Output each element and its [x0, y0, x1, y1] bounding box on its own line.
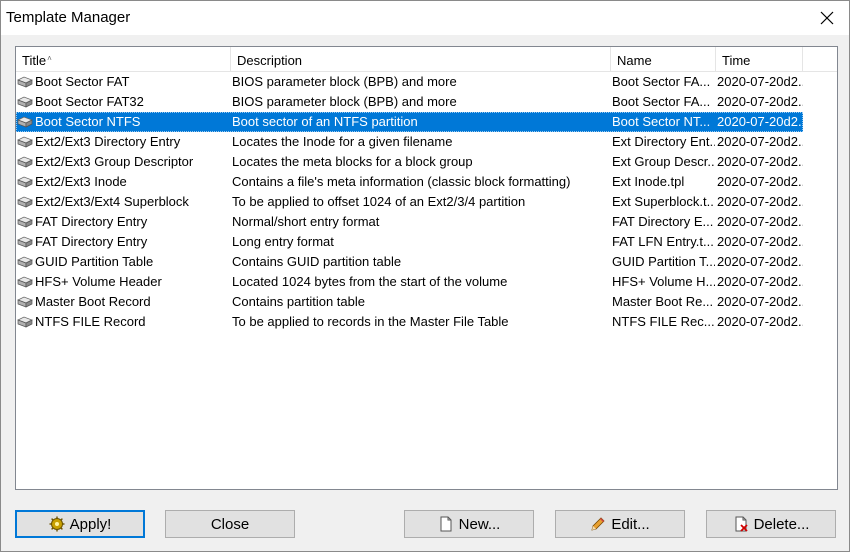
row-description: Normal/short entry format	[232, 214, 380, 229]
window-title: Template Manager	[6, 9, 131, 26]
column-header-description-label: Description	[237, 53, 303, 68]
row-time: 2020-07-20d2...	[717, 294, 803, 309]
row-name: Ext Superblock.t...	[612, 194, 715, 209]
row-description: To be applied to offset 1024 of an Ext2/…	[232, 194, 526, 209]
row-title: NTFS FILE Record	[35, 314, 146, 329]
row-name: HFS+ Volume H...	[612, 274, 715, 289]
row-name: Ext Inode.tpl	[612, 174, 685, 189]
column-header-description[interactable]: Description	[231, 47, 611, 72]
close-button[interactable]: Close	[165, 510, 295, 538]
row-description: Long entry format	[232, 234, 334, 249]
delete-button-label: Delete...	[753, 515, 810, 533]
table-row[interactable]: Boot Sector FAT32 BIOS parameter block (…	[16, 92, 803, 112]
row-time: 2020-07-20d2...	[717, 154, 803, 169]
row-title: FAT Directory Entry	[35, 214, 148, 229]
row-name: FAT LFN Entry.t...	[612, 234, 714, 249]
row-title: Boot Sector FAT	[35, 74, 130, 89]
template-manager-window: Template Manager Title˄ Description Name…	[0, 0, 850, 552]
row-description: BIOS parameter block (BPB) and more	[232, 74, 457, 89]
row-title: HFS+ Volume Header	[35, 274, 162, 289]
row-time: 2020-07-20d2...	[717, 174, 803, 189]
row-description: Locates the meta blocks for a block grou…	[232, 154, 473, 169]
row-description: Locates the Inode for a given filename	[232, 134, 453, 149]
new-button[interactable]: New...	[404, 510, 534, 538]
row-title: Ext2/Ext3 Directory Entry	[35, 134, 181, 149]
row-time: 2020-07-20d2...	[717, 134, 803, 149]
row-title: Master Boot Record	[35, 294, 151, 309]
row-name: GUID Partition T...	[612, 254, 715, 269]
row-title: Ext2/Ext3 Group Descriptor	[35, 154, 194, 169]
row-title: Boot Sector FAT32	[35, 94, 144, 109]
row-time: 2020-07-20d2...	[717, 314, 803, 329]
row-description: To be applied to records in the Master F…	[232, 314, 509, 329]
list-header: Title˄ Description Name Time	[16, 47, 837, 72]
row-name: FAT Directory E...	[612, 214, 714, 229]
new-button-label: New...	[458, 515, 501, 533]
column-header-name[interactable]: Name	[611, 47, 716, 72]
row-time: 2020-07-20d2...	[717, 114, 803, 129]
table-row[interactable]: Ext2/Ext3/Ext4 Superblock To be applied …	[16, 192, 803, 212]
pencil-icon	[590, 516, 606, 532]
column-header-title-label: Title	[22, 53, 47, 68]
row-time: 2020-07-20d2...	[717, 74, 803, 89]
row-time: 2020-07-20d2...	[717, 214, 803, 229]
close-button-label: Close	[210, 515, 250, 533]
row-name: Boot Sector FA...	[612, 74, 711, 89]
delete-button[interactable]: Delete...	[706, 510, 836, 538]
row-description: Contains GUID partition table	[232, 254, 402, 269]
apply-button-label: Apply!	[69, 515, 112, 533]
table-row[interactable]: Master Boot Record Contains partition ta…	[16, 292, 803, 312]
edit-button[interactable]: Edit...	[555, 510, 685, 538]
column-header-name-label: Name	[617, 53, 652, 68]
row-title: Boot Sector NTFS	[35, 114, 141, 129]
row-name: Boot Sector FA...	[612, 94, 711, 109]
row-description: BIOS parameter block (BPB) and more	[232, 94, 457, 109]
table-row[interactable]: HFS+ Volume Header Located 1024 bytes fr…	[16, 272, 803, 292]
table-row[interactable]: FAT Directory Entry Normal/short entry f…	[16, 212, 803, 232]
row-time: 2020-07-20d2...	[717, 234, 803, 249]
column-header-time[interactable]: Time	[716, 47, 803, 72]
row-time: 2020-07-20d2...	[717, 194, 803, 209]
row-name: Ext Directory Ent...	[612, 134, 715, 149]
row-time: 2020-07-20d2...	[717, 94, 803, 109]
table-row[interactable]: Ext2/Ext3 Directory Entry Locates the In…	[16, 132, 803, 152]
table-row[interactable]: FAT Directory Entry Long entry format FA…	[16, 232, 803, 252]
row-name: Boot Sector NT...	[612, 114, 711, 129]
table-row[interactable]: Boot Sector NTFS Boot sector of an NTFS …	[16, 112, 803, 132]
row-title: FAT Directory Entry	[35, 234, 148, 249]
row-description: Boot sector of an NTFS partition	[232, 114, 418, 129]
table-row[interactable]: Boot Sector FAT BIOS parameter block (BP…	[16, 72, 803, 92]
table-row[interactable]: Ext2/Ext3 Inode Contains a file's meta i…	[16, 172, 803, 192]
column-header-title[interactable]: Title˄	[16, 47, 231, 72]
row-title: Ext2/Ext3 Inode	[35, 174, 127, 189]
row-name: NTFS FILE Rec...	[612, 314, 715, 329]
row-name: Ext Group Descr...	[612, 154, 715, 169]
apply-button[interactable]: Apply!	[15, 510, 145, 538]
row-title: Ext2/Ext3/Ext4 Superblock	[35, 194, 189, 209]
edit-button-label: Edit...	[611, 515, 650, 533]
column-header-time-label: Time	[722, 53, 751, 68]
document-icon	[438, 516, 454, 532]
row-title: GUID Partition Table	[35, 254, 154, 269]
template-list[interactable]: Title˄ Description Name Time Boot Sector…	[15, 46, 838, 490]
row-time: 2020-07-20d2...	[717, 254, 803, 269]
apply-icon	[49, 516, 65, 532]
close-icon	[820, 11, 834, 25]
table-row[interactable]: Ext2/Ext3 Group Descriptor Locates the m…	[16, 152, 803, 172]
close-window-button[interactable]	[805, 1, 849, 35]
row-description: Contains partition table	[232, 294, 365, 309]
title-bar: Template Manager	[1, 1, 849, 35]
row-name: Master Boot Re...	[612, 294, 714, 309]
sort-ascending-icon: ˄	[47, 54, 52, 63]
delete-document-icon	[733, 516, 749, 532]
table-row[interactable]: NTFS FILE Record To be applied to record…	[16, 312, 803, 332]
row-description: Located 1024 bytes from the start of the…	[232, 274, 508, 289]
row-time: 2020-07-20d2...	[717, 274, 803, 289]
row-description: Contains a file's meta information (clas…	[232, 174, 571, 189]
table-row[interactable]: GUID Partition Table Contains GUID parti…	[16, 252, 803, 272]
